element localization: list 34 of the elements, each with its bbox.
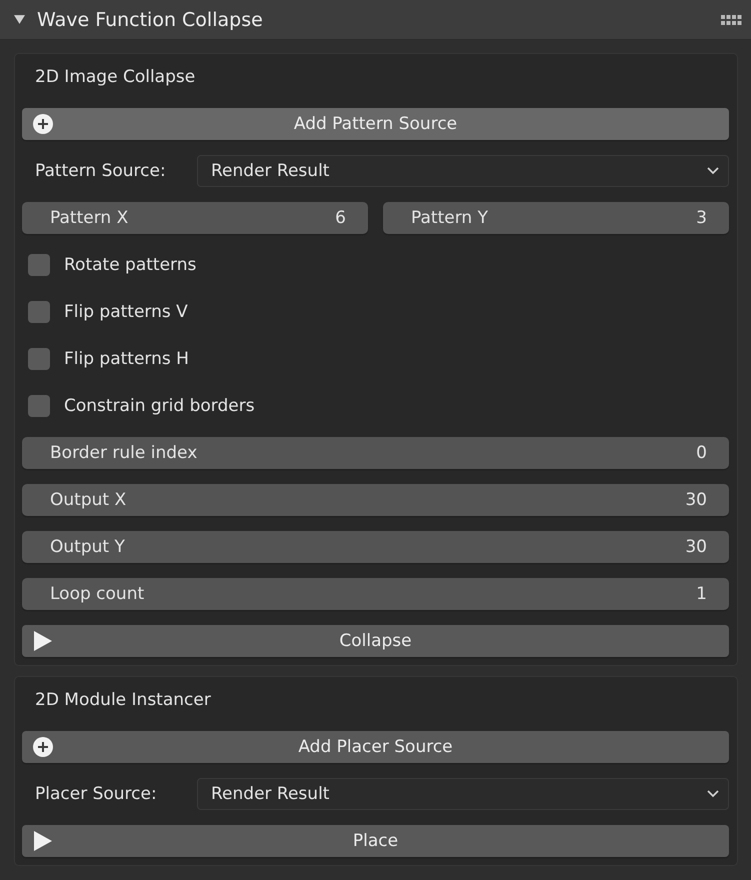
checkbox-label[interactable]: Flip patterns V [64,302,188,322]
checkbox-label[interactable]: Flip patterns H [64,349,189,369]
field-label: Placer Source: [34,784,158,804]
subpanel-title: 2D Image Collapse [35,67,196,87]
chevron-down-icon [707,167,719,175]
grip-icon[interactable] [721,14,742,24]
checkbox[interactable] [28,301,50,323]
plus-circle-icon [33,114,53,134]
play-icon [33,831,53,851]
panel-header[interactable]: Wave Function Collapse [0,0,751,40]
number-field[interactable]: Output X 30 [22,484,729,516]
play-icon [33,631,53,651]
checkbox[interactable] [28,395,50,417]
chevron-down-icon [707,790,719,798]
action-button[interactable]: Collapse [22,625,729,657]
checkbox-label[interactable]: Constrain grid borders [64,396,255,416]
action-button[interactable]: Place [22,825,729,857]
number-field[interactable]: Pattern X 6 [22,202,368,234]
action-button[interactable]: Add Placer Source [22,731,729,763]
panel-title: Wave Function Collapse [37,8,264,30]
subpanel-title: 2D Module Instancer [35,690,211,710]
action-button[interactable]: Add Pattern Source [22,108,729,140]
checkbox[interactable] [28,254,50,276]
field-label: Pattern Source: [34,161,167,181]
triangle-down-icon[interactable] [14,14,25,25]
plus-circle-icon [33,737,53,757]
checkbox-label[interactable]: Rotate patterns [64,255,196,275]
number-field[interactable]: Loop count 1 [22,578,729,610]
dropdown[interactable]: Render Result [197,155,729,187]
number-field[interactable]: Border rule index 0 [22,437,729,469]
checkbox[interactable] [28,348,50,370]
number-field[interactable]: Pattern Y 3 [383,202,729,234]
number-field[interactable]: Output Y 30 [22,531,729,563]
dropdown[interactable]: Render Result [197,778,729,810]
